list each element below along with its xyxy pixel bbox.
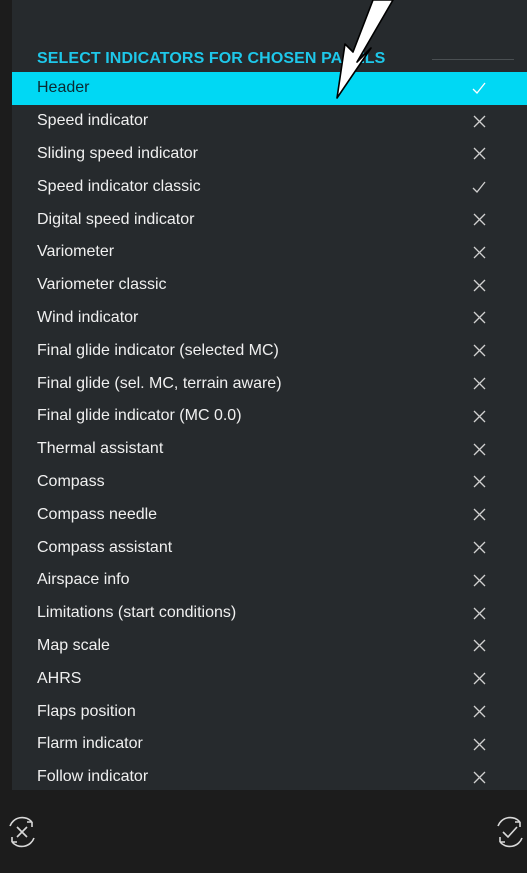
- close-icon[interactable]: [471, 671, 487, 687]
- check-icon[interactable]: [471, 179, 487, 195]
- indicator-row[interactable]: Follow indicator: [12, 761, 527, 794]
- close-icon[interactable]: [471, 507, 487, 523]
- indicator-label: Compass: [37, 472, 105, 490]
- indicator-label: Variometer: [37, 243, 115, 261]
- indicator-row[interactable]: Speed indicator: [12, 105, 527, 138]
- indicator-label: Final glide (sel. MC, terrain aware): [37, 374, 282, 392]
- indicator-row[interactable]: Compass assistant: [12, 531, 527, 564]
- indicator-label: Airspace info: [37, 571, 130, 589]
- close-icon[interactable]: [471, 736, 487, 752]
- indicator-label: Variometer classic: [37, 276, 167, 294]
- indicator-row[interactable]: Wind indicator: [12, 302, 527, 335]
- indicator-label: Map scale: [37, 636, 110, 654]
- indicator-row[interactable]: Final glide (sel. MC, terrain aware): [12, 367, 527, 400]
- indicator-label: Wind indicator: [37, 308, 139, 326]
- close-icon[interactable]: [471, 769, 487, 785]
- indicator-label: Thermal assistant: [37, 440, 164, 458]
- indicator-label: Compass assistant: [37, 538, 173, 556]
- indicator-row[interactable]: Limitations (start conditions): [12, 597, 527, 630]
- indicator-row[interactable]: Final glide indicator (MC 0.0): [12, 400, 527, 433]
- cancel-rotate-icon[interactable]: [2, 812, 42, 852]
- indicator-label: Compass needle: [37, 505, 158, 523]
- indicator-row[interactable]: Sliding speed indicator: [12, 138, 527, 171]
- annotation-arrow: [336, 0, 394, 99]
- close-icon[interactable]: [471, 441, 487, 457]
- section-title: SELECT INDICATORS FOR CHOSEN PANELS: [37, 50, 386, 67]
- indicator-label: Follow indicator: [37, 768, 149, 786]
- indicator-row[interactable]: Flarm indicator: [12, 728, 527, 761]
- indicator-row[interactable]: Compass needle: [12, 498, 527, 531]
- close-icon[interactable]: [471, 343, 487, 359]
- close-icon[interactable]: [471, 277, 487, 293]
- close-icon[interactable]: [471, 605, 487, 621]
- indicator-label: Final glide indicator (MC 0.0): [37, 407, 242, 425]
- indicator-list: Header Speed indicator Sliding speed indic…: [12, 72, 527, 794]
- indicator-row[interactable]: Flaps position: [12, 695, 527, 728]
- close-icon[interactable]: [471, 244, 487, 260]
- indicator-label: Speed indicator classic: [37, 177, 201, 195]
- close-icon[interactable]: [471, 376, 487, 392]
- close-icon[interactable]: [471, 408, 487, 424]
- close-icon[interactable]: [471, 540, 487, 556]
- indicator-label: AHRS: [37, 669, 82, 687]
- confirm-rotate-icon[interactable]: [490, 812, 527, 852]
- check-icon[interactable]: [471, 80, 487, 96]
- indicator-label: Limitations (start conditions): [37, 604, 237, 622]
- indicator-row[interactable]: Map scale: [12, 630, 527, 663]
- title-divider: [432, 59, 514, 60]
- indicator-row[interactable]: Compass: [12, 466, 527, 499]
- indicator-row[interactable]: Header: [12, 72, 527, 105]
- indicator-row[interactable]: Variometer: [12, 236, 527, 269]
- indicator-label: Final glide indicator (selected MC): [37, 341, 279, 359]
- indicator-row[interactable]: Thermal assistant: [12, 433, 527, 466]
- close-icon[interactable]: [471, 212, 487, 228]
- indicator-row[interactable]: Airspace info: [12, 564, 527, 597]
- close-icon[interactable]: [471, 638, 487, 654]
- indicator-row[interactable]: AHRS: [12, 662, 527, 695]
- indicator-row[interactable]: Final glide indicator (selected MC): [12, 334, 527, 367]
- indicator-row[interactable]: Speed indicator classic: [12, 170, 527, 203]
- indicator-label: Digital speed indicator: [37, 210, 195, 228]
- close-icon[interactable]: [471, 113, 487, 129]
- close-icon[interactable]: [471, 310, 487, 326]
- indicator-label: Speed indicator: [37, 112, 149, 130]
- indicator-label: Flaps position: [37, 702, 136, 720]
- indicator-row[interactable]: Variometer classic: [12, 269, 527, 302]
- close-icon[interactable]: [471, 704, 487, 720]
- indicator-label: Sliding speed indicator: [37, 144, 198, 162]
- indicator-label: Header: [37, 79, 90, 97]
- close-icon[interactable]: [471, 572, 487, 588]
- indicator-row[interactable]: Digital speed indicator: [12, 203, 527, 236]
- close-icon[interactable]: [471, 474, 487, 490]
- close-icon[interactable]: [471, 146, 487, 162]
- indicator-label: Flarm indicator: [37, 735, 143, 753]
